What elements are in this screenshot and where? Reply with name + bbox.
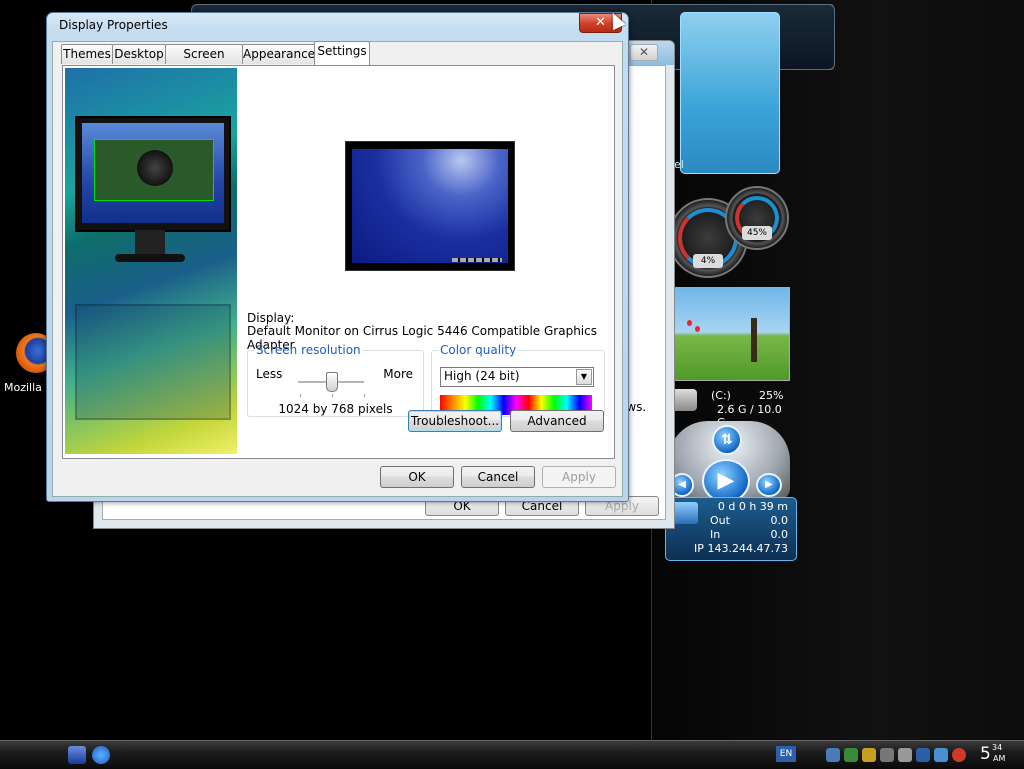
resolution-slider-thumb[interactable]: [326, 372, 338, 392]
preview-screen: [352, 149, 508, 263]
ok-button[interactable]: OK: [380, 466, 454, 488]
tab-settings[interactable]: Settings: [314, 41, 370, 65]
tree-image: [751, 318, 757, 362]
dialog-content: Themes Desktop Screen Saver Appearance S…: [52, 41, 623, 497]
drive-percent: 25%: [759, 389, 784, 402]
display-preview: [345, 141, 515, 271]
screen-resolution-legend: Screen resolution: [256, 343, 361, 357]
network-meter-gadget: 0 d 0 h 39 m Out 0.0 In 0.0 IP 143.244.4…: [665, 497, 797, 561]
screen-resolution-group: Screen resolution Less More 1024 by 768 …: [247, 343, 424, 417]
advanced-button[interactable]: Advanced: [510, 410, 604, 432]
network-value: 0.0: [770, 514, 789, 527]
drive-letter: (C:): [711, 389, 731, 402]
preview-buttons: [452, 258, 502, 262]
balloon-image: [687, 320, 692, 326]
side-artwork: [65, 68, 237, 454]
chevron-down-icon[interactable]: ▼: [576, 369, 592, 385]
graphics-card-artwork: [94, 139, 214, 201]
network-key: In: [710, 528, 721, 541]
slider-tick: [364, 394, 365, 397]
balloon-image: [695, 326, 700, 332]
cpu-percent: 4%: [693, 254, 723, 268]
monitor-base-artwork: [115, 254, 185, 262]
security-shield-icon[interactable]: [862, 748, 876, 762]
dialog-title: Display Properties: [59, 18, 168, 32]
memory-percent: 45%: [742, 226, 772, 240]
color-quality-value: High (24 bit): [444, 369, 520, 383]
resolution-value: 1024 by 768 pixels: [278, 402, 393, 416]
tab-desktop[interactable]: Desktop: [112, 44, 166, 64]
slider-tick: [300, 394, 301, 397]
tab-screen-saver[interactable]: Screen Saver: [165, 44, 243, 80]
next-icon[interactable]: ▶: [756, 473, 782, 497]
error-tray-icon[interactable]: [952, 748, 966, 762]
network-value: 143.244.47.73: [707, 542, 788, 555]
slider-tick: [332, 394, 333, 397]
network-icon: [672, 502, 698, 524]
clock-hour[interactable]: 5: [980, 744, 991, 764]
slideshow-gadget[interactable]: [672, 287, 790, 381]
close-icon[interactable]: ✕: [630, 44, 658, 61]
language-indicator[interactable]: EN: [776, 746, 796, 762]
settings-tab-page: Display: Default Monitor on Cirrus Logic…: [62, 65, 615, 459]
display-label: Display:: [247, 311, 295, 325]
control-panel-tile[interactable]: nel: [667, 12, 780, 174]
resolution-more-label: More: [383, 367, 413, 381]
tray-icon[interactable]: [826, 748, 840, 762]
troubleshoot-button[interactable]: Troubleshoot...: [408, 410, 502, 432]
fan-artwork: [137, 150, 173, 186]
color-quality-group: Color quality High (24 bit) ▼: [431, 343, 605, 417]
drive-meter-gadget: (C:) 25% 2.6 G / 10.0 G: [665, 385, 790, 429]
network-tray-icon[interactable]: [844, 748, 858, 762]
monitor-screen-artwork: [82, 123, 224, 223]
clock-ampm: AM: [993, 754, 1006, 763]
monitor-artwork: [75, 116, 231, 232]
switch-icon[interactable]: ⇅: [712, 425, 742, 455]
resolution-less-label: Less: [256, 367, 283, 381]
cancel-button[interactable]: Cancel: [461, 466, 535, 488]
display-properties-dialog: Display Properties ✕ Themes Desktop Scre…: [46, 12, 629, 502]
network-value: 0.0: [770, 528, 789, 541]
color-quality-select[interactable]: High (24 bit) ▼: [440, 367, 594, 387]
media-player-gadget: ⇅ ◀ ▶ ▶: [668, 421, 790, 503]
internet-explorer-icon[interactable]: [92, 746, 110, 764]
color-quality-legend: Color quality: [440, 343, 517, 357]
network-key: Out: [710, 514, 730, 527]
tab-appearance[interactable]: Appearance: [242, 44, 316, 64]
clock-minute: 34: [992, 743, 1003, 752]
network-key: IP: [694, 542, 704, 555]
tab-themes[interactable]: Themes: [61, 44, 113, 64]
tray-icon[interactable]: [898, 748, 912, 762]
apply-button[interactable]: Apply: [542, 466, 616, 488]
show-desktop-icon[interactable]: [68, 746, 86, 764]
taskbar: EN 5 34 AM: [0, 740, 1024, 769]
uptime: 0 d 0 h 39 m: [717, 500, 788, 513]
tray-icon[interactable]: [934, 748, 948, 762]
volume-icon[interactable]: [880, 748, 894, 762]
memory-gauge: 45%: [725, 186, 789, 250]
reflection-artwork: [75, 304, 231, 420]
tray-icon[interactable]: [916, 748, 930, 762]
